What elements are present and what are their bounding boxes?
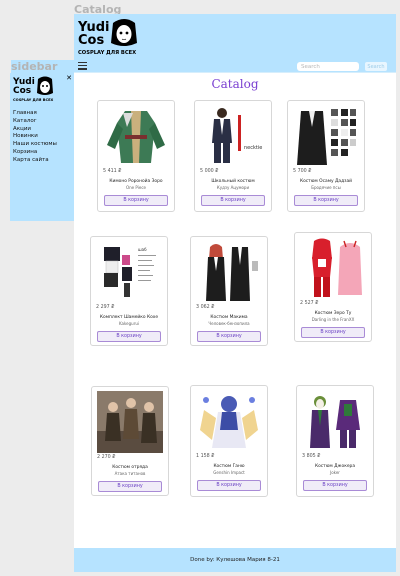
product-name: Кимоно Роронойа Зоро <box>109 179 163 184</box>
product-name: Костюм отряда <box>112 465 148 470</box>
product-subtitle: Joker <box>330 470 340 475</box>
sidebar-item-sitemap[interactable]: Карта сайта <box>13 157 57 165</box>
close-icon[interactable]: ✕ <box>66 74 72 82</box>
product-card: 5 700 ₽ Костюм Осаму Дадзай Бродячие псы… <box>287 100 365 212</box>
product-image[interactable] <box>196 241 262 303</box>
product-name: Комплект Шамейко Кохе <box>99 315 159 320</box>
add-to-cart-button[interactable]: В корзину <box>303 480 367 491</box>
product-card: 3 805 ₽ Костюм Джокера Joker В корзину <box>296 385 374 497</box>
search-button[interactable]: Search <box>365 62 387 71</box>
product-card: шаб 2 297 ₽ Комплект Шамейко Кохе Kakegu… <box>90 236 168 346</box>
brand-tagline: COSPLAY ДЛЯ ВСЕХ <box>13 98 54 102</box>
product-card: 3 062 ₽ Костюм Макима Человек-бензопила … <box>190 236 268 346</box>
product-price: 3 805 ₽ <box>302 454 321 459</box>
product-subtitle: Бродячие псы <box>311 185 341 190</box>
brand-name-line2: Cos <box>13 86 31 96</box>
product-price: 3 062 ₽ <box>196 305 215 310</box>
footer: Done by: Кулешова Мария 8-21 <box>74 548 396 572</box>
brand-logo: Yudi Cos COSPLAY ДЛЯ ВСЕХ <box>12 76 54 102</box>
product-price: 2 297 ₽ <box>96 305 115 310</box>
brand-logo[interactable]: Yudi Cos COSPLAY ДЛЯ ВСЕХ <box>76 17 142 57</box>
product-subtitle: One Piece <box>126 185 146 190</box>
sidebar-item-catalog[interactable]: Каталог <box>13 118 57 126</box>
sidebar-item-our-costumes[interactable]: Наши костюмы <box>13 141 57 149</box>
product-subtitle: Атака титанов <box>114 471 146 476</box>
product-image[interactable] <box>103 105 169 167</box>
menu-icon[interactable] <box>78 62 87 70</box>
add-to-cart-button[interactable]: В корзину <box>294 195 358 206</box>
sidebar-item-new[interactable]: Новинки <box>13 133 57 141</box>
product-image[interactable]: шаб <box>96 241 162 303</box>
add-to-cart-button[interactable]: В корзину <box>98 481 162 492</box>
catalog-page: Yudi Cos COSPLAY ДЛЯ ВСЕХ Search Catalog <box>74 14 396 572</box>
sidebar-item-home[interactable]: Главная <box>13 110 57 118</box>
product-card: 1 158 ₽ Костюм Ганю Genshin Impact В кор… <box>190 385 268 497</box>
product-price: 1 158 ₽ <box>196 454 215 459</box>
product-card: 2 270 ₽ Костюм отряда Атака титанов В ко… <box>91 386 169 496</box>
product-name: Костюм Осаму Дадзай <box>299 179 353 184</box>
product-image[interactable] <box>302 390 368 452</box>
add-to-cart-button[interactable]: В корзину <box>201 195 265 206</box>
add-to-cart-button[interactable]: В корзину <box>104 195 168 206</box>
product-name: Костюм Джокера <box>314 464 356 469</box>
product-image[interactable] <box>293 105 359 167</box>
svg-text:шаб: шаб <box>138 247 147 252</box>
product-price: 5 000 ₽ <box>200 169 219 174</box>
product-card: necktie 5 000 ₽ Школьный костюм Кудзу Ац… <box>194 100 272 212</box>
product-price: 5 700 ₽ <box>293 169 312 174</box>
product-card: 5 411 ₽ Кимоно Роронойа Зоро One Piece В… <box>97 100 175 212</box>
header: Yudi Cos COSPLAY ДЛЯ ВСЕХ <box>74 14 396 60</box>
brand-tagline: COSPLAY ДЛЯ ВСЕХ <box>78 50 136 56</box>
product-price: 2 270 ₽ <box>97 455 116 460</box>
product-image[interactable]: necktie <box>200 105 266 167</box>
product-subtitle: Кудзу Ацумори <box>216 185 250 190</box>
product-subtitle: Genshin Impact <box>213 470 245 475</box>
product-subtitle: Kakegurui <box>118 321 139 326</box>
add-to-cart-button[interactable]: В корзину <box>97 331 161 342</box>
main-content: Catalog 5 411 ₽ Кимоно Роронойа Зоро One… <box>87 73 381 548</box>
product-price: 5 411 ₽ <box>103 169 122 174</box>
svg-text:necktie: necktie <box>244 145 262 151</box>
product-name: Костюм Макима <box>210 315 248 320</box>
product-image[interactable] <box>97 391 163 453</box>
product-price: 2 527 ₽ <box>300 301 319 306</box>
product-name: Школьный костюм <box>211 179 255 184</box>
search-input[interactable] <box>297 62 359 71</box>
add-to-cart-button[interactable]: В корзину <box>197 331 261 342</box>
add-to-cart-button[interactable]: В корзину <box>301 327 365 338</box>
product-image[interactable] <box>196 390 262 452</box>
product-name: Костюм Зеро Ту <box>314 311 352 316</box>
sidebar-panel: Yudi Cos COSPLAY ДЛЯ ВСЕХ ✕ Главная Ката… <box>10 73 74 221</box>
brand-name-line2: Cos <box>78 33 104 48</box>
page-title: Catalog <box>211 77 259 91</box>
product-card: 2 527 ₽ Костюм Зеро Ту Darling in the Fr… <box>294 232 372 342</box>
product-subtitle: Человек-бензопила <box>208 321 250 326</box>
sidebar-nav: Главная Каталог Акции Новинки Наши костю… <box>13 110 57 165</box>
product-subtitle: Darling in the FranXX <box>311 317 355 322</box>
toolbar: Search <box>74 60 396 73</box>
product-image[interactable] <box>300 237 366 299</box>
sidebar-item-cart[interactable]: Корзина <box>13 149 57 157</box>
sidebar-item-promotions[interactable]: Акции <box>13 126 57 134</box>
add-to-cart-button[interactable]: В корзину <box>197 480 261 491</box>
product-name: Костюм Ганю <box>213 464 245 469</box>
